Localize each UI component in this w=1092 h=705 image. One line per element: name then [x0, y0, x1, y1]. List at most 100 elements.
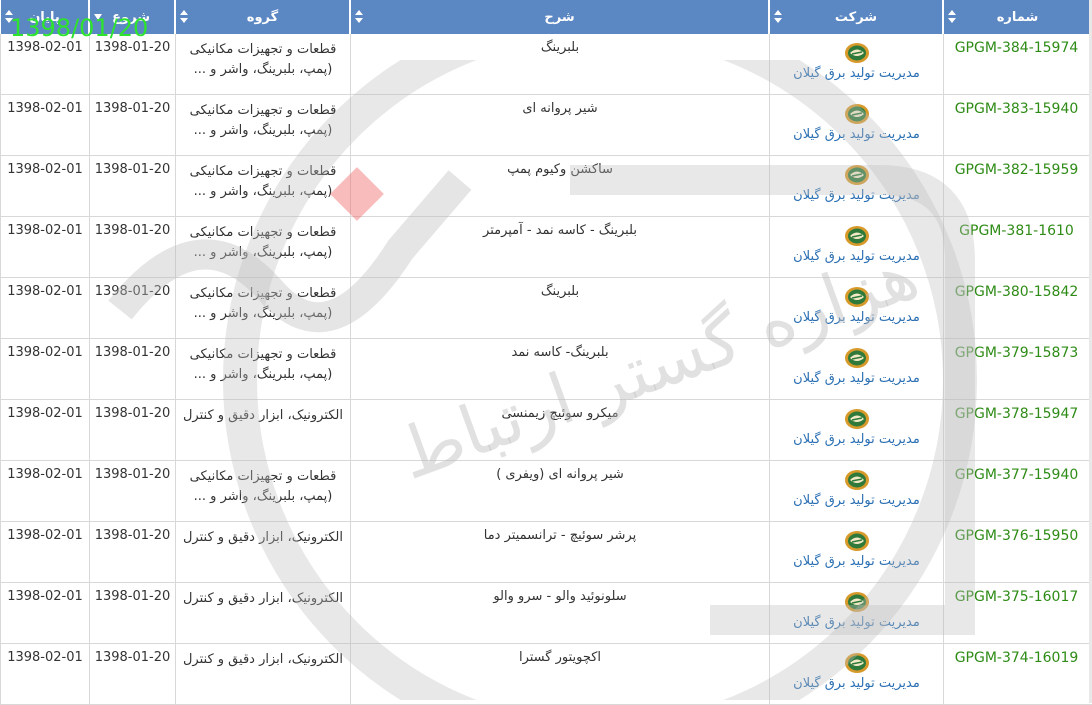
group-line-2: (پمپ، بلبرینگ، واشر و ...: [193, 62, 333, 77]
company-name[interactable]: مدیریت تولید برق گیلان: [770, 66, 943, 81]
cell-end-date: 1398-02-01: [0, 95, 89, 156]
table-row[interactable]: GPGM-384-15974 مدیریت تولید برق گیلان بل…: [0, 34, 1092, 95]
cell-end-date: 1398-02-01: [0, 339, 89, 400]
cell-description: میکرو سوئیچ زیمنسی: [350, 400, 769, 461]
cell-end-date: 1398-02-01: [0, 278, 89, 339]
table-row[interactable]: GPGM-375-16017 مدیریت تولید برق گیلان سل…: [0, 583, 1092, 644]
company-logo-icon: [844, 470, 869, 490]
company-name[interactable]: مدیریت تولید برق گیلان: [770, 676, 943, 691]
column-header-description[interactable]: شرح: [350, 0, 769, 34]
cell-company[interactable]: مدیریت تولید برق گیلان: [769, 461, 943, 522]
company-name[interactable]: مدیریت تولید برق گیلان: [770, 127, 943, 142]
cell-company[interactable]: مدیریت تولید برق گیلان: [769, 156, 943, 217]
cell-description: سلونوئید والو - سرو والو: [350, 583, 769, 644]
cell-end-date: 1398-02-01: [0, 217, 89, 278]
cell-company[interactable]: مدیریت تولید برق گیلان: [769, 644, 943, 705]
cell-company[interactable]: مدیریت تولید برق گیلان: [769, 583, 943, 644]
cell-start-date: 1398-01-20: [89, 34, 175, 95]
company-name[interactable]: مدیریت تولید برق گیلان: [770, 432, 943, 447]
cell-number[interactable]: GPGM-375-16017: [943, 583, 1089, 644]
cell-number[interactable]: GPGM-379-15873: [943, 339, 1089, 400]
cell-number[interactable]: GPGM-376-15950: [943, 522, 1089, 583]
table-row[interactable]: GPGM-382-15959 مدیریت تولید برق گیلان سا…: [0, 156, 1092, 217]
column-header-group[interactable]: گروه: [175, 0, 350, 34]
cell-number[interactable]: GPGM-377-15940: [943, 461, 1089, 522]
company-logo-icon: [844, 226, 869, 246]
company-name[interactable]: مدیریت تولید برق گیلان: [770, 371, 943, 386]
table-row[interactable]: GPGM-383-15940 مدیریت تولید برق گیلان شی…: [0, 95, 1092, 156]
cell-company[interactable]: مدیریت تولید برق گیلان: [769, 95, 943, 156]
cell-number[interactable]: GPGM-374-16019: [943, 644, 1089, 705]
cell-start-date: 1398-01-20: [89, 278, 175, 339]
cell-number[interactable]: GPGM-383-15940: [943, 95, 1089, 156]
cell-company[interactable]: مدیریت تولید برق گیلان: [769, 522, 943, 583]
company-logo-icon: [844, 592, 869, 612]
company-name[interactable]: مدیریت تولید برق گیلان: [770, 554, 943, 569]
cell-company[interactable]: مدیریت تولید برق گیلان: [769, 34, 943, 95]
company-logo-icon: [844, 653, 869, 673]
group-line-1: الکترونیک، ابزار دقیق و کنترل: [182, 652, 344, 667]
cell-number[interactable]: GPGM-382-15959: [943, 156, 1089, 217]
cell-end-date: 1398-02-01: [0, 644, 89, 705]
table-row[interactable]: GPGM-381-1610 مدیریت تولید برق گیلان بلب…: [0, 217, 1092, 278]
cell-description: بلبرینگ: [350, 34, 769, 95]
cell-company[interactable]: مدیریت تولید برق گیلان: [769, 339, 943, 400]
group-line-1: قطعات و تجهیزات مکانیکی: [189, 164, 337, 179]
cell-number[interactable]: GPGM-378-15947: [943, 400, 1089, 461]
cell-number[interactable]: GPGM-384-15974: [943, 34, 1089, 95]
table-row[interactable]: GPGM-376-15950 مدیریت تولید برق گیلان پر…: [0, 522, 1092, 583]
cell-start-date: 1398-01-20: [89, 461, 175, 522]
cell-start-date: 1398-01-20: [89, 339, 175, 400]
sort-icon[interactable]: [948, 10, 958, 24]
cell-description: شیر پروانه ای: [350, 95, 769, 156]
cell-group: الکترونیک، ابزار دقیق و کنترل: [175, 400, 350, 461]
group-line-2: (پمپ، بلبرینگ، واشر و ...: [193, 489, 333, 504]
sort-icon[interactable]: [180, 10, 190, 24]
table-header: شماره شرکت شرح گروه شروع پایان: [0, 0, 1092, 34]
cell-group: الکترونیک، ابزار دقیق و کنترل: [175, 522, 350, 583]
cell-group: قطعات و تجهیزات مکانیکی (پمپ، بلبرینگ، و…: [175, 461, 350, 522]
table-row[interactable]: GPGM-380-15842 مدیریت تولید برق گیلان بل…: [0, 278, 1092, 339]
cell-company[interactable]: مدیریت تولید برق گیلان: [769, 217, 943, 278]
column-label-company: شرکت: [834, 9, 878, 25]
column-label-number: شماره: [996, 9, 1039, 25]
company-name[interactable]: مدیریت تولید برق گیلان: [770, 310, 943, 325]
cell-number[interactable]: GPGM-380-15842: [943, 278, 1089, 339]
company-name[interactable]: مدیریت تولید برق گیلان: [770, 249, 943, 264]
cell-end-date: 1398-02-01: [0, 461, 89, 522]
company-logo-icon: [844, 409, 869, 429]
cell-description: بلبرینگ- کاسه نمد: [350, 339, 769, 400]
company-logo-icon: [844, 104, 869, 124]
cell-group: قطعات و تجهیزات مکانیکی (پمپ، بلبرینگ، و…: [175, 34, 350, 95]
cell-group: قطعات و تجهیزات مکانیکی (پمپ، بلبرینگ، و…: [175, 95, 350, 156]
table-row[interactable]: GPGM-374-16019 مدیریت تولید برق گیلان اک…: [0, 644, 1092, 705]
cell-number[interactable]: GPGM-381-1610: [943, 217, 1089, 278]
cell-company[interactable]: مدیریت تولید برق گیلان: [769, 400, 943, 461]
group-line-1: الکترونیک، ابزار دقیق و کنترل: [182, 591, 344, 606]
cell-end-date: 1398-02-01: [0, 156, 89, 217]
group-line-2: (پمپ، بلبرینگ، واشر و ...: [193, 367, 333, 382]
group-line-1: قطعات و تجهیزات مکانیکی: [189, 347, 337, 362]
table-row[interactable]: GPGM-379-15873 مدیریت تولید برق گیلان بل…: [0, 339, 1092, 400]
column-header-company[interactable]: شرکت: [769, 0, 943, 34]
group-line-2: (پمپ، بلبرینگ، واشر و ...: [193, 245, 333, 260]
table-row[interactable]: GPGM-378-15947 مدیریت تولید برق گیلان می…: [0, 400, 1092, 461]
company-logo-icon: [844, 287, 869, 307]
sort-icon[interactable]: [774, 10, 784, 24]
cell-start-date: 1398-01-20: [89, 156, 175, 217]
cell-company[interactable]: مدیریت تولید برق گیلان: [769, 278, 943, 339]
company-name[interactable]: مدیریت تولید برق گیلان: [770, 615, 943, 630]
sort-icon[interactable]: [355, 10, 365, 24]
group-line-1: قطعات و تجهیزات مکانیکی: [189, 225, 337, 240]
cell-description: اکچویتور گسترا: [350, 644, 769, 705]
table-row[interactable]: GPGM-377-15940 مدیریت تولید برق گیلان شی…: [0, 461, 1092, 522]
cell-end-date: 1398-02-01: [0, 522, 89, 583]
column-header-number[interactable]: شماره: [943, 0, 1092, 34]
company-logo-icon: [844, 348, 869, 368]
company-name[interactable]: مدیریت تولید برق گیلان: [770, 188, 943, 203]
cell-group: قطعات و تجهیزات مکانیکی (پمپ، بلبرینگ، و…: [175, 339, 350, 400]
company-name[interactable]: مدیریت تولید برق گیلان: [770, 493, 943, 508]
group-line-2: (پمپ، بلبرینگ، واشر و ...: [193, 306, 333, 321]
tenders-table: شماره شرکت شرح گروه شروع پایان 1398/01/2…: [0, 0, 1092, 705]
group-line-2: (پمپ، بلبرینگ، واشر و ...: [193, 123, 333, 138]
